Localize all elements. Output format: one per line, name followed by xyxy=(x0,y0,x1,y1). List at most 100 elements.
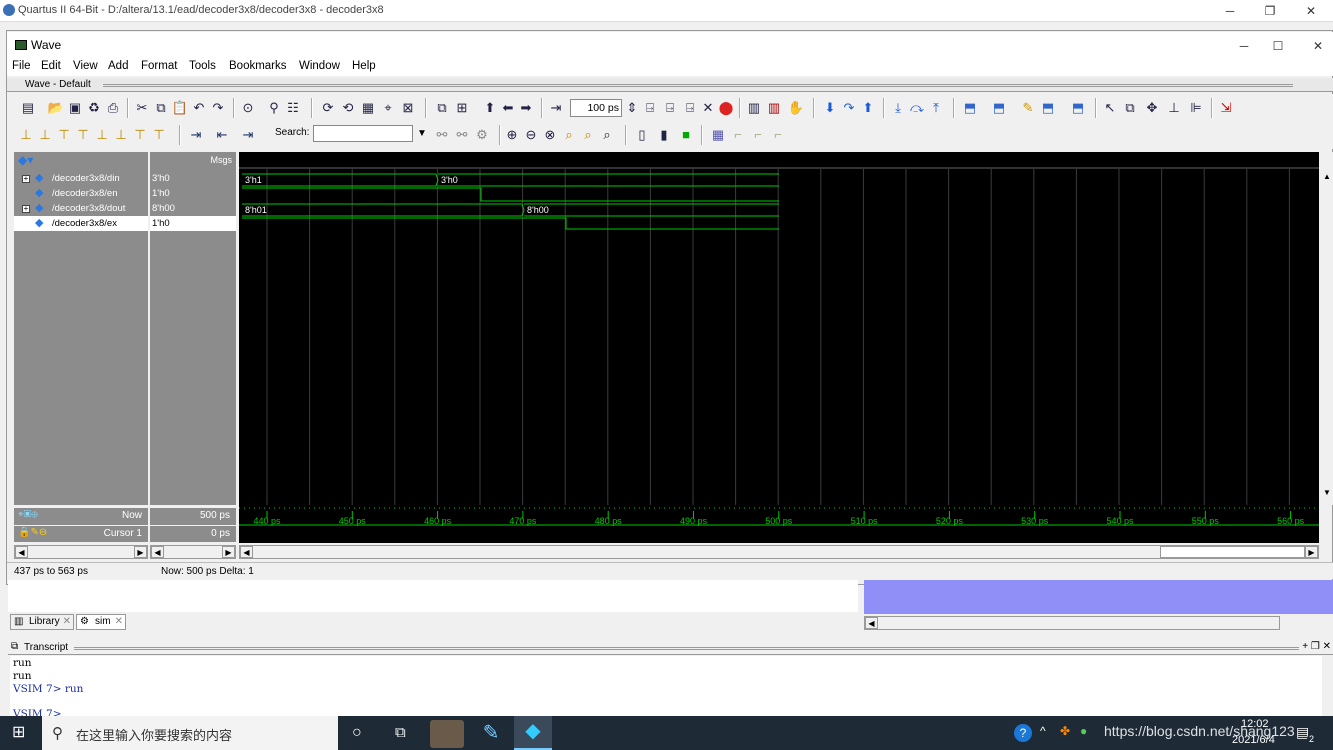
select-mode-icon[interactable]: ↖ xyxy=(1101,99,1119,117)
wave-format-icon-1[interactable]: ▯ xyxy=(633,126,651,144)
wave-hscroll[interactable]: ◀ ▶ xyxy=(239,545,1319,559)
objects-hscroll[interactable]: ◀ xyxy=(864,616,1280,630)
hierarchy-icon[interactable]: ⊞ xyxy=(453,99,471,117)
scroll-left-icon[interactable]: ◀ xyxy=(151,546,164,558)
print-icon[interactable]: ⎙ xyxy=(104,99,122,117)
wave-edge-icon-3[interactable]: ⊤ xyxy=(55,126,73,144)
cursor-tools-icon[interactable]: ⌖▣⊕ xyxy=(18,509,38,520)
run-length-icon[interactable]: ⇥ xyxy=(547,99,565,117)
wave-close-button[interactable]: ✕ xyxy=(1303,37,1333,55)
scroll-right-icon[interactable]: ▶ xyxy=(134,546,147,558)
wave-compress-icon[interactable]: ▦ xyxy=(709,126,727,144)
search-dropdown-icon[interactable]: ▼ xyxy=(414,125,430,142)
save-icon[interactable]: ▣ xyxy=(66,99,84,117)
insert-cursor-icon[interactable]: ⇥ xyxy=(187,126,205,144)
bookmark-edit-icon[interactable]: ✎ xyxy=(1019,99,1037,117)
transcript-grip[interactable] xyxy=(74,647,1299,650)
app-icon-1[interactable] xyxy=(430,720,464,748)
bookmark-icon[interactable]: ⬒ xyxy=(961,99,979,117)
wechat-icon[interactable]: ● xyxy=(1080,724,1087,738)
new-icon[interactable]: ▤ xyxy=(19,99,37,117)
modelsim-taskbar-icon[interactable]: ◆ xyxy=(514,716,552,750)
bookmark-add-icon[interactable]: ⬒ xyxy=(1069,99,1087,117)
scroll-left-icon[interactable]: ◀ xyxy=(865,617,878,629)
maximize-button[interactable]: ❐ xyxy=(1255,2,1285,20)
break-run-icon[interactable]: ✕ xyxy=(699,99,717,117)
step-back-icon[interactable]: ⤓ xyxy=(889,99,907,117)
zoom-cursor-icon[interactable]: ⌕ xyxy=(560,126,578,144)
end-sim-icon[interactable]: ▥ xyxy=(765,99,783,117)
open-icon[interactable]: 📂 xyxy=(47,99,65,117)
wave-edge-icon-4[interactable]: ⊤ xyxy=(74,126,92,144)
paste-icon[interactable]: 📋 xyxy=(171,99,189,117)
scroll-down-icon[interactable]: ▼ xyxy=(1321,488,1333,500)
signal-row-dout[interactable]: + ◆ /decoder3x8/dout xyxy=(14,201,148,216)
zoom-in-icon[interactable]: ⊕ xyxy=(503,126,521,144)
align-icon[interactable]: ⊫ xyxy=(1187,99,1205,117)
pan-mode-icon[interactable]: ✥ xyxy=(1143,99,1161,117)
tab-close-icon[interactable]: ✕ xyxy=(63,615,71,629)
bookmark-list-icon[interactable]: ⬒ xyxy=(1039,99,1057,117)
wave-hscroll-thumb[interactable] xyxy=(1160,546,1305,558)
bookmark-next-icon[interactable]: ⬒ xyxy=(990,99,1008,117)
wave-edge-icon-1[interactable]: ⊥ xyxy=(17,126,35,144)
wave-format-icon-2[interactable]: ▮ xyxy=(655,126,673,144)
cut-icon[interactable]: ✂ xyxy=(133,99,151,117)
tab-library[interactable]: ▥ Library ✕ xyxy=(10,614,74,630)
menu-tools[interactable]: Tools xyxy=(189,60,216,72)
wave-format-icon-3[interactable]: ■ xyxy=(677,126,695,144)
forward-icon[interactable]: ➡ xyxy=(517,99,535,117)
expand-icon[interactable]: + xyxy=(22,175,30,183)
scroll-up-icon[interactable]: ▲ xyxy=(1321,172,1333,184)
menu-window[interactable]: Window xyxy=(299,60,340,72)
copy-icon[interactable]: ⧉ xyxy=(152,99,170,117)
hand-icon[interactable]: ✋ xyxy=(787,99,805,117)
wave-edge-icon-6[interactable]: ⊥ xyxy=(112,126,130,144)
continue-icon[interactable]: ⍈ xyxy=(661,99,679,117)
waveform-area[interactable]: 3'h1 3'h0 8'h01 8'h00 xyxy=(239,152,1319,505)
transcript-console[interactable]: run run VSIM 7> run VSIM 7> xyxy=(10,656,1322,720)
menu-add[interactable]: Add xyxy=(108,60,128,72)
menu-bookmarks[interactable]: Bookmarks xyxy=(229,60,287,72)
stop-icon[interactable]: ⬤ xyxy=(717,99,735,117)
zoom-last-icon[interactable]: ⌕ xyxy=(598,126,616,144)
names-hscroll[interactable]: ◀ ▶ xyxy=(14,545,148,559)
task-view-icon[interactable]: ⧉ xyxy=(395,724,406,741)
menu-file[interactable]: File xyxy=(12,60,31,72)
run-length-input[interactable]: 100 ps xyxy=(570,99,622,117)
compile-icon[interactable]: ⟳ xyxy=(319,99,337,117)
wave-edge-icon-8[interactable]: ⊤ xyxy=(150,126,168,144)
tab-sim[interactable]: ⚙ sim ✕ xyxy=(76,614,126,630)
value-row-ex[interactable]: 1'h0 xyxy=(150,216,236,231)
step-icon[interactable]: ⬇ xyxy=(821,99,839,117)
names-header[interactable]: ◆▾ xyxy=(14,152,148,169)
transcript-window-controls[interactable]: + ❐ ✕ xyxy=(1302,641,1331,652)
wave-edge-icon-5[interactable]: ⊥ xyxy=(93,126,111,144)
wave-style-icon-1[interactable]: ⌐ xyxy=(729,126,747,144)
run-all-icon[interactable]: ⍈ xyxy=(681,99,699,117)
signals-menu-icon[interactable]: ◆▾ xyxy=(18,153,33,167)
menu-format[interactable]: Format xyxy=(141,60,177,72)
up-icon[interactable]: ⬆ xyxy=(481,99,499,117)
signal-row-din[interactable]: + ◆ /decoder3x8/din xyxy=(14,171,148,186)
wave-style-icon-2[interactable]: ⌐ xyxy=(749,126,767,144)
app-icon-2[interactable]: ✎ xyxy=(474,720,508,748)
tab-close-icon[interactable]: ✕ xyxy=(115,615,123,629)
step-out-back-icon[interactable]: ⤒ xyxy=(927,99,945,117)
reload-icon[interactable]: ♻ xyxy=(85,99,103,117)
step-over-icon[interactable]: ↷ xyxy=(840,99,858,117)
delete-cursor-icon[interactable]: ⇤ xyxy=(213,126,231,144)
step-out-icon[interactable]: ⬆ xyxy=(859,99,877,117)
help-tray-icon[interactable]: ? xyxy=(1014,724,1032,742)
scroll-left-icon[interactable]: ◀ xyxy=(240,546,253,558)
wave-vscroll[interactable]: ▲ ▼ xyxy=(1321,152,1333,505)
tray-app-icon[interactable]: ✤ xyxy=(1060,724,1070,738)
break-icon[interactable]: ⊠ xyxy=(399,99,417,117)
wave-edge-icon-7[interactable]: ⊤ xyxy=(131,126,149,144)
value-row-din[interactable]: 3'h0 xyxy=(150,171,236,186)
zoom-full-icon[interactable]: ⊗ xyxy=(541,126,559,144)
search-options-icon[interactable]: ⚙ xyxy=(473,126,491,144)
values-hscroll[interactable]: ◀ ▶ xyxy=(150,545,236,559)
lock-cursor-icon[interactable]: 🔒✎⊖ xyxy=(18,527,47,538)
scroll-left-icon[interactable]: ◀ xyxy=(15,546,28,558)
